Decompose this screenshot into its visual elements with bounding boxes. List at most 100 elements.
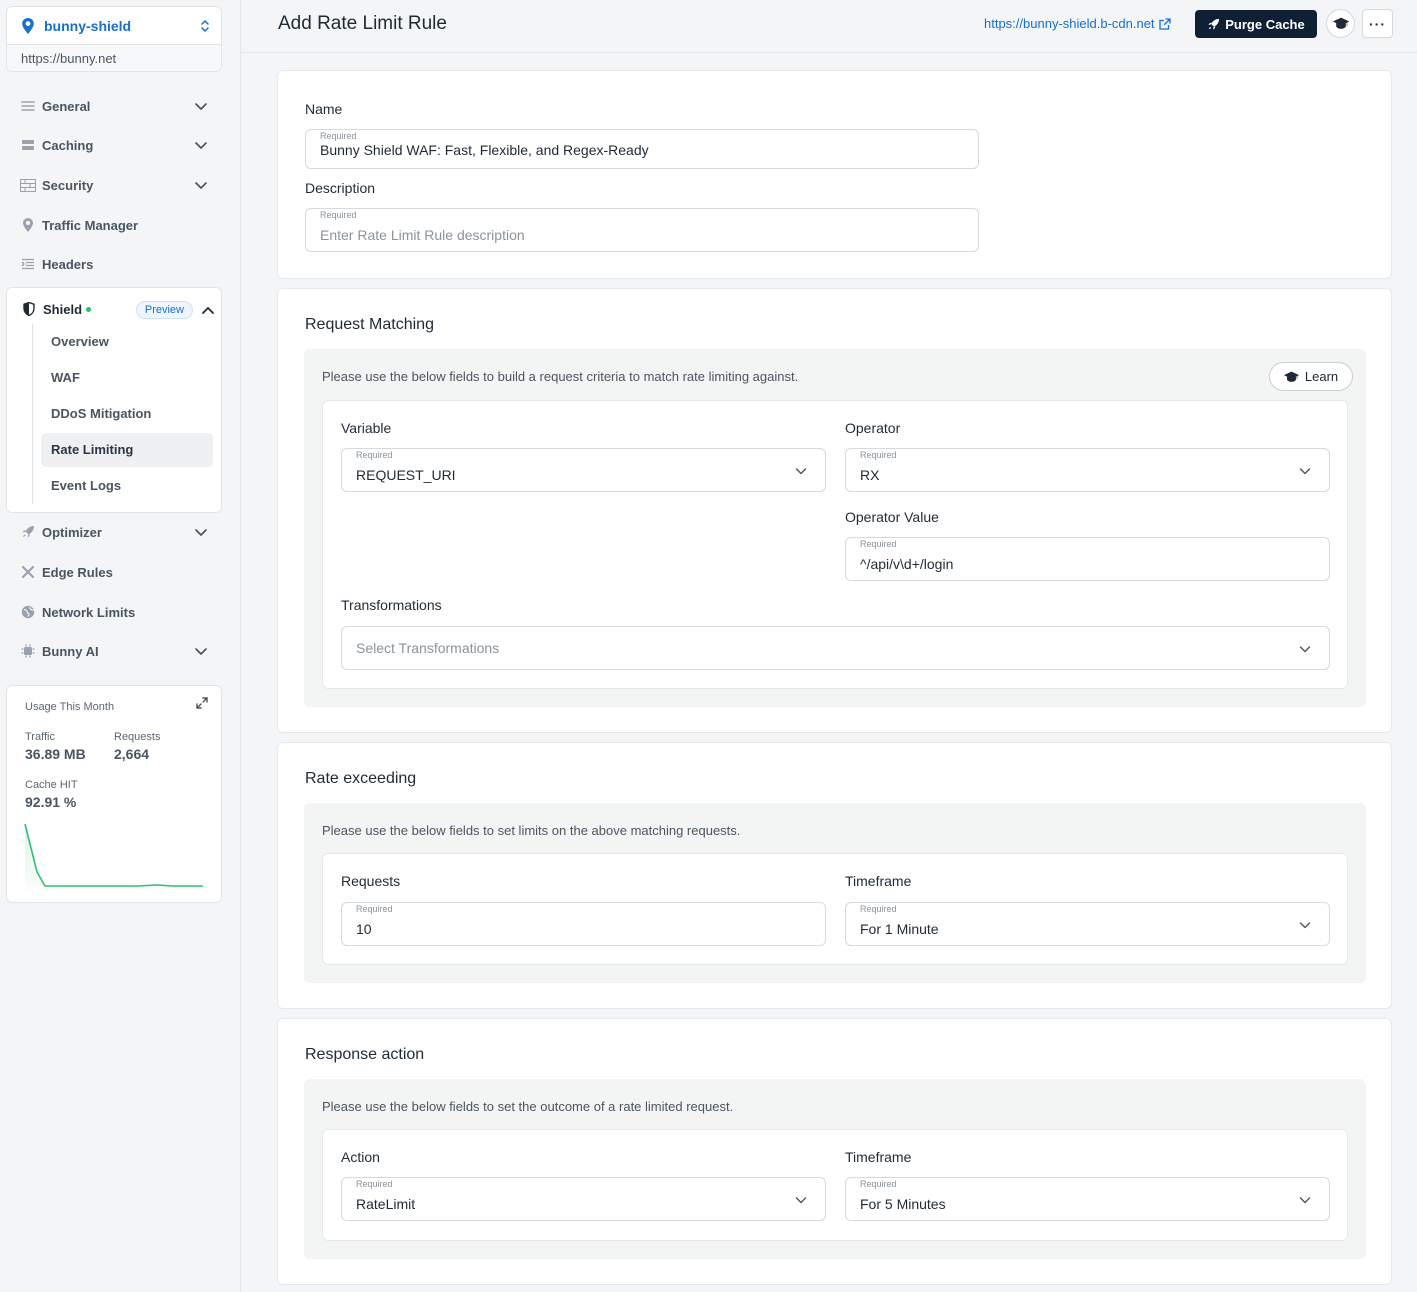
response-action-card: Response action Please use the below fie…	[277, 1018, 1392, 1285]
requests-label: Requests	[341, 873, 401, 889]
timeframe-select[interactable]: Required For 1 Minute	[845, 902, 1330, 946]
rate-exceeding-title: Rate exceeding	[305, 770, 417, 787]
sidebar-subitem-overview[interactable]: Overview	[41, 325, 213, 359]
submenu-guide-line	[32, 324, 33, 504]
sidebar-item-label: Traffic Manager	[42, 217, 139, 233]
sidebar-subitem-event-logs[interactable]: Event Logs	[41, 469, 213, 503]
required-hint: Required	[860, 1179, 897, 1189]
sidebar-item-general[interactable]: General	[20, 91, 216, 121]
zone-url: https://bunny.net	[7, 45, 221, 71]
chevron-down-icon	[195, 103, 207, 110]
menu-lines-icon	[20, 98, 36, 114]
sidebar-subitem-rate-limiting[interactable]: Rate Limiting	[41, 433, 213, 467]
chevron-down-icon	[1299, 468, 1311, 475]
rate-exceeding-card: Rate exceeding Please use the below fiel…	[277, 742, 1392, 1009]
name-input[interactable]: Required Bunny Shield WAF: Fast, Flexibl…	[305, 129, 979, 169]
sidebar-item-security[interactable]: Security	[20, 170, 216, 200]
learn-button[interactable]: Learn	[1269, 362, 1353, 391]
chevron-down-icon	[1299, 646, 1311, 653]
status-dot	[86, 306, 92, 312]
sparkline-line	[24, 823, 203, 887]
transformations-placeholder: Select Transformations	[356, 640, 500, 656]
sidebar-item-label: Shield	[43, 301, 83, 317]
rate-exceeding-fields: Requests Required 10 Timeframe Required …	[322, 853, 1348, 965]
description-placeholder: Enter Rate Limit Rule description	[320, 227, 525, 243]
sidebar-item-edge-rules[interactable]: Edge Rules	[20, 557, 216, 587]
operator-value-text: ^/api/v\d+/login	[860, 556, 954, 572]
required-hint: Required	[320, 210, 357, 220]
sidebar-subitem-waf[interactable]: WAF	[41, 361, 213, 395]
cdn-url-link[interactable]: https://bunny-shield.b-cdn.net	[984, 16, 1171, 31]
sidebar-item-traffic-manager[interactable]: Traffic Manager	[20, 210, 216, 240]
sidebar: bunny-shield https://bunny.net General C…	[0, 0, 241, 1292]
response-timeframe-value: For 5 Minutes	[860, 1196, 946, 1212]
list-indent-icon	[20, 256, 36, 272]
response-timeframe-select[interactable]: Required For 5 Minutes	[845, 1177, 1330, 1221]
sidebar-subitem-ddos-mitigation[interactable]: DDoS Mitigation	[41, 397, 213, 431]
top-bar: Add Rate Limit Rule https://bunny-shield…	[241, 0, 1417, 53]
response-action-panel: Please use the below fields to set the o…	[304, 1079, 1366, 1259]
required-hint: Required	[356, 450, 393, 460]
chevron-up-icon	[202, 307, 214, 314]
expand-icon[interactable]	[195, 696, 209, 710]
graduation-cap-icon	[1283, 371, 1299, 382]
rocket-icon	[20, 524, 36, 540]
tools-icon	[20, 564, 36, 580]
request-matching-card: Request Matching Please use the below fi…	[277, 288, 1392, 733]
requests-label: Requests	[114, 731, 161, 743]
purge-cache-button[interactable]: Purge Cache	[1195, 10, 1317, 38]
ellipsis-icon: ···	[1369, 15, 1386, 32]
request-matching-panel: Please use the below fields to build a r…	[304, 349, 1366, 707]
graduation-cap-icon	[1332, 17, 1349, 29]
select-arrows-icon[interactable]	[199, 19, 211, 33]
variable-label: Variable	[341, 420, 392, 436]
more-options-button[interactable]: ···	[1362, 9, 1393, 38]
chevron-down-icon	[795, 468, 807, 475]
usage-sparkline	[24, 823, 203, 890]
request-matching-fields: Variable Required REQUEST_URI Operator R…	[322, 400, 1348, 689]
sparkline-area	[25, 824, 203, 890]
map-pin-icon	[22, 17, 34, 34]
sidebar-item-caching[interactable]: Caching	[20, 130, 216, 160]
action-select[interactable]: Required RateLimit	[341, 1177, 826, 1221]
traffic-value: 36.89 MB	[25, 746, 86, 762]
timeframe-value: For 1 Minute	[860, 921, 939, 937]
chevron-down-icon	[195, 182, 207, 189]
sidebar-item-shield[interactable]: Shield Preview	[21, 294, 215, 324]
name-label: Name	[305, 101, 343, 117]
sidebar-item-bunny-ai[interactable]: Bunny AI	[20, 636, 216, 666]
learn-circle-button[interactable]	[1326, 9, 1355, 38]
sidebar-item-headers[interactable]: Headers	[20, 249, 216, 279]
rate-exceeding-hint: Please use the below fields to set limit…	[322, 823, 741, 838]
chevron-down-icon	[795, 1197, 807, 1204]
shield-menu: Shield Preview Overview WAF DDoS Mitigat…	[6, 287, 222, 513]
operator-select[interactable]: Required RX	[845, 448, 1330, 492]
purge-cache-label: Purge Cache	[1225, 16, 1305, 32]
requests-input[interactable]: Required 10	[341, 902, 826, 946]
sidebar-item-label: Edge Rules	[42, 564, 113, 580]
request-matching-hint: Please use the below fields to build a r…	[322, 369, 799, 384]
required-hint: Required	[860, 904, 897, 914]
transformations-label: Transformations	[341, 597, 442, 613]
map-pin-icon	[20, 217, 36, 233]
response-timeframe-label: Timeframe	[845, 1149, 912, 1165]
firewall-icon	[20, 177, 36, 193]
required-hint: Required	[356, 904, 393, 914]
external-link-icon	[1158, 17, 1171, 30]
required-hint: Required	[860, 539, 897, 549]
chevron-down-icon	[1299, 1197, 1311, 1204]
operator-value-input[interactable]: Required ^/api/v\d+/login	[845, 537, 1330, 581]
description-input[interactable]: Required Enter Rate Limit Rule descripti…	[305, 208, 979, 252]
zone-selector[interactable]: bunny-shield https://bunny.net	[6, 6, 222, 72]
response-action-title: Response action	[305, 1046, 425, 1063]
usage-title: Usage This Month	[25, 701, 115, 713]
zone-selector-header[interactable]: bunny-shield	[7, 7, 221, 45]
transformations-select[interactable]: Select Transformations	[341, 626, 1330, 670]
sidebar-item-label: Network Limits	[42, 604, 136, 620]
sidebar-item-label: Optimizer	[42, 524, 102, 540]
variable-select[interactable]: Required REQUEST_URI	[341, 448, 826, 492]
sidebar-item-network-limits[interactable]: Network Limits	[20, 597, 216, 627]
operator-label: Operator	[845, 420, 901, 436]
sidebar-item-optimizer[interactable]: Optimizer	[20, 517, 216, 547]
request-matching-title: Request Matching	[305, 316, 434, 333]
